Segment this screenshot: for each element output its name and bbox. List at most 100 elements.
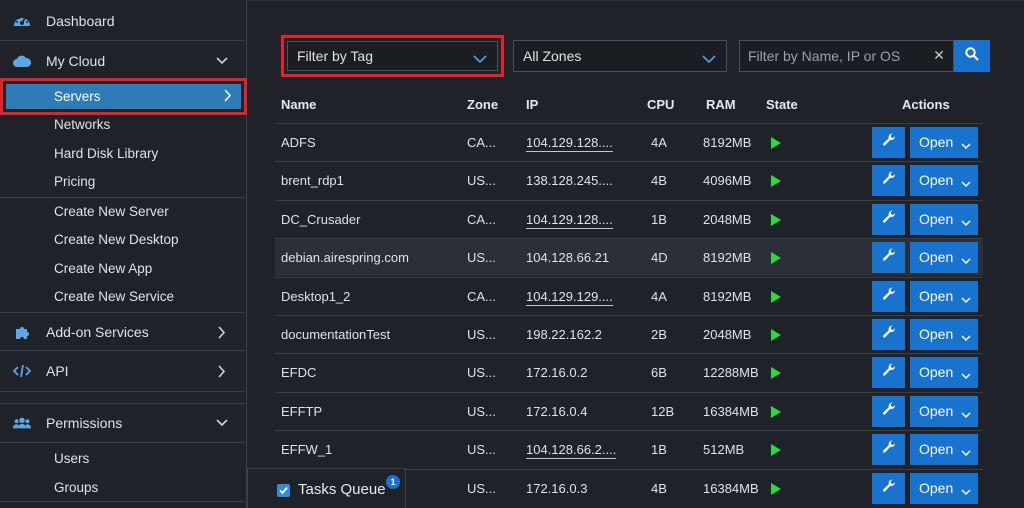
divider [0, 403, 245, 404]
table-row[interactable]: EFFW_1 US... 104.128.66.2.... 1B 512MB Open [275, 430, 983, 468]
open-button[interactable]: Open [910, 472, 978, 504]
nav-dashboard[interactable]: Dashboard [0, 10, 245, 32]
wrench-icon [882, 210, 896, 229]
table-row[interactable]: documentationTest US... 198.22.162.2 2B 2048… [275, 315, 983, 353]
chevron-down-icon [961, 214, 971, 230]
puzzle-icon [13, 323, 31, 341]
configure-button[interactable] [872, 319, 905, 350]
divider [0, 197, 245, 198]
wrench-icon [882, 440, 896, 459]
server-name-cell: ADFS [281, 135, 316, 150]
configure-button[interactable] [872, 357, 905, 389]
table-row[interactable]: EFFTP US... 172.16.0.4 12B 16384MB Open [275, 391, 983, 430]
nav-pricing[interactable]: Pricing [0, 174, 245, 194]
open-button[interactable]: Open [910, 319, 978, 350]
wrench-icon [882, 402, 896, 421]
zones-select[interactable]: All Zones [513, 40, 727, 72]
search-input[interactable] [739, 40, 954, 72]
configure-button[interactable] [872, 434, 905, 466]
wrench-icon [882, 171, 896, 190]
nav-create-new-desktop-label: Create New Desktop [54, 232, 179, 247]
column-header-actions: Actions [902, 97, 950, 112]
configure-button[interactable] [872, 242, 905, 274]
open-button[interactable]: Open [910, 242, 978, 274]
nav-create-new-service[interactable]: Create New Service [0, 289, 245, 309]
configure-button[interactable] [872, 280, 905, 312]
divider [0, 501, 245, 502]
column-header-ram[interactable]: RAM [706, 97, 736, 112]
nav-create-new-app-label: Create New App [54, 261, 153, 276]
chevron-down-icon [961, 329, 971, 345]
open-button-label: Open [919, 287, 954, 304]
column-header-cpu[interactable]: CPU [647, 97, 674, 112]
server-name-cell: DC_Crusader [281, 211, 361, 227]
nav-users[interactable]: Users [0, 451, 245, 471]
configure-button[interactable] [872, 395, 905, 427]
nav-networks[interactable]: Networks [0, 117, 245, 137]
ram-cell: 4096MB [703, 173, 752, 189]
ip-cell[interactable]: 104.128.66.2.... [526, 442, 617, 460]
nav-servers-label: Servers [54, 89, 101, 104]
ip-cell: 138.128.245.... [526, 173, 613, 189]
ram-cell: 2048MB [703, 211, 752, 227]
nav-servers[interactable]: Servers [0, 78, 247, 115]
open-button-label: Open [919, 326, 954, 342]
ip-cell: 198.22.162.2 [526, 327, 602, 342]
column-header-ip[interactable]: IP [526, 97, 538, 112]
column-header-name[interactable]: Name [281, 97, 316, 112]
tasks-queue-button[interactable]: Tasks Queue 1 [247, 468, 406, 508]
state-running-icon [771, 137, 781, 149]
table-row[interactable]: ADFS CA... 104.129.128.... 4A 8192MB Open [275, 123, 983, 161]
open-button[interactable]: Open [910, 203, 978, 235]
state-running-icon [771, 290, 781, 303]
nav-api[interactable]: API [0, 360, 245, 382]
table-row[interactable]: brent_rdp1 US... 138.128.245.... 4B 4096MB Op… [275, 161, 983, 199]
table-row[interactable]: Desktop1_2 CA... 104.129.129.... 4A 8192MB Op… [275, 276, 983, 315]
nav-create-new-desktop[interactable]: Create New Desktop [0, 232, 245, 252]
nav-users-label: Users [54, 451, 90, 466]
open-button[interactable]: Open [910, 127, 978, 158]
wrench-icon [882, 133, 896, 152]
server-name-cell: brent_rdp1 [281, 173, 344, 189]
chevron-down-icon [473, 51, 487, 64]
filter-by-tag-select[interactable]: Filter by Tag [287, 41, 498, 71]
open-button[interactable]: Open [910, 357, 978, 389]
server-name-cell: debian.airespring.com [281, 250, 409, 266]
nav-create-new-server[interactable]: Create New Server [0, 204, 245, 224]
nav-groups[interactable]: Groups [0, 480, 245, 500]
ip-cell[interactable]: 104.129.128.... [526, 212, 613, 229]
open-button[interactable]: Open [910, 434, 978, 466]
ip-cell: 172.16.0.4 [526, 403, 588, 419]
zone-cell: CA... [467, 211, 496, 227]
configure-button[interactable] [872, 472, 905, 504]
ip-cell[interactable]: 104.129.129.... [526, 289, 613, 306]
open-button[interactable]: Open [910, 280, 978, 312]
open-button-label: Open [919, 210, 954, 227]
open-button[interactable]: Open [910, 165, 978, 197]
nav-addon-services[interactable]: Add-on Services [0, 321, 245, 343]
nav-hard-disk-library[interactable]: Hard Disk Library [0, 146, 245, 166]
ip-cell: 104.128.66.21 [526, 250, 610, 266]
column-header-state[interactable]: State [766, 97, 798, 112]
column-header-zone[interactable]: Zone [467, 97, 498, 112]
divider [0, 350, 245, 351]
clear-search-icon[interactable]: ✕ [932, 48, 946, 62]
open-button[interactable]: Open [910, 395, 978, 427]
zone-cell: US... [467, 442, 496, 458]
ip-cell[interactable]: 104.129.128.... [526, 135, 613, 152]
table-row[interactable]: DC_Crusader CA... 104.129.128.... 1B 2048MB O… [275, 199, 983, 238]
wrench-icon [882, 363, 896, 382]
ip-cell: 172.16.0.3 [526, 480, 588, 496]
nav-create-new-app[interactable]: Create New App [0, 261, 245, 281]
search-button[interactable] [954, 40, 990, 72]
configure-button[interactable] [872, 127, 905, 158]
table-row[interactable]: debian.airespring.com US... 104.128.66.21 4… [275, 238, 983, 277]
nav-my-cloud[interactable]: My Cloud [0, 50, 245, 72]
configure-button[interactable] [872, 165, 905, 197]
table-row[interactable]: EFDC US... 172.16.0.2 6B 12288MB Open [275, 353, 983, 391]
filter-by-tag-value: Filter by Tag [297, 48, 373, 64]
nav-permissions[interactable]: Permissions [0, 412, 245, 434]
sidebar: Dashboard My Cloud Servers Networks Hard… [0, 0, 247, 508]
configure-button[interactable] [872, 203, 905, 235]
server-name-cell: Desktop1_2 [281, 288, 351, 304]
